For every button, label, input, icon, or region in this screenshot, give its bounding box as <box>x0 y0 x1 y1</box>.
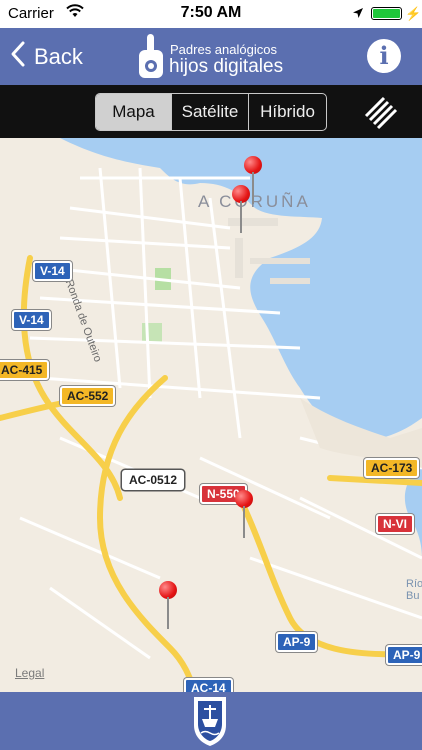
road-sign-v14: V-14 <box>12 310 51 330</box>
map-canvas <box>0 138 422 692</box>
map-pin[interactable] <box>159 581 179 641</box>
city-crest-icon <box>194 697 226 746</box>
map-toolbar: Mapa Satélite Híbrido <box>0 85 422 138</box>
road-sign-ap9: AP-9 <box>386 645 422 665</box>
info-button[interactable]: i <box>367 39 401 73</box>
logo-line-2: hijos digitales <box>169 56 284 77</box>
road-sign-ac14: AC-14 <box>184 678 233 692</box>
segment-hibrido[interactable]: Híbrido <box>248 94 326 130</box>
chevron-left-icon <box>10 40 26 74</box>
road-sign-ap9: AP-9 <box>276 632 318 652</box>
bottom-bar <box>0 692 422 750</box>
page-curl-icon <box>364 96 398 130</box>
map-pin[interactable] <box>235 490 255 550</box>
battery-icon <box>371 7 402 20</box>
charging-icon: ⚡ <box>405 6 422 21</box>
app-logo: Padres analógicos hijos digitales <box>136 34 296 80</box>
road-sign-ac0512: AC-0512 <box>122 470 185 490</box>
back-label: Back <box>34 44 83 69</box>
road-sign-ac415: AC-415 <box>0 360 50 380</box>
info-icon: i <box>379 41 389 70</box>
road-sign-ac173: AC-173 <box>364 458 420 478</box>
hand-pointer-icon <box>139 34 163 78</box>
area-label: Río Bu <box>406 578 422 602</box>
map-type-segmented-control: Mapa Satélite Híbrido <box>95 93 327 131</box>
map-pin[interactable] <box>232 185 252 245</box>
map-view[interactable]: A CORUÑA Ronda de Outeiro Río Bu V-14 V-… <box>0 138 422 692</box>
road-sign-v14: V-14 <box>33 261 72 281</box>
status-bar: Carrier 7:50 AM ⚡ <box>0 0 422 28</box>
park-area <box>142 323 162 343</box>
location-arrow-icon <box>352 6 364 23</box>
segment-satelite[interactable]: Satélite <box>171 94 248 130</box>
back-button[interactable]: Back <box>10 40 83 74</box>
page-curl-button[interactable] <box>362 94 402 130</box>
logo-line-1: Padres analógicos <box>170 42 277 57</box>
road-sign-ac552: AC-552 <box>60 386 116 406</box>
legal-link[interactable]: Legal <box>15 666 44 680</box>
nav-bar: Back Padres analógicos hijos digitales i <box>0 28 422 85</box>
road-sign-nvi: N-VI <box>376 514 414 534</box>
segment-mapa[interactable]: Mapa <box>96 94 171 130</box>
